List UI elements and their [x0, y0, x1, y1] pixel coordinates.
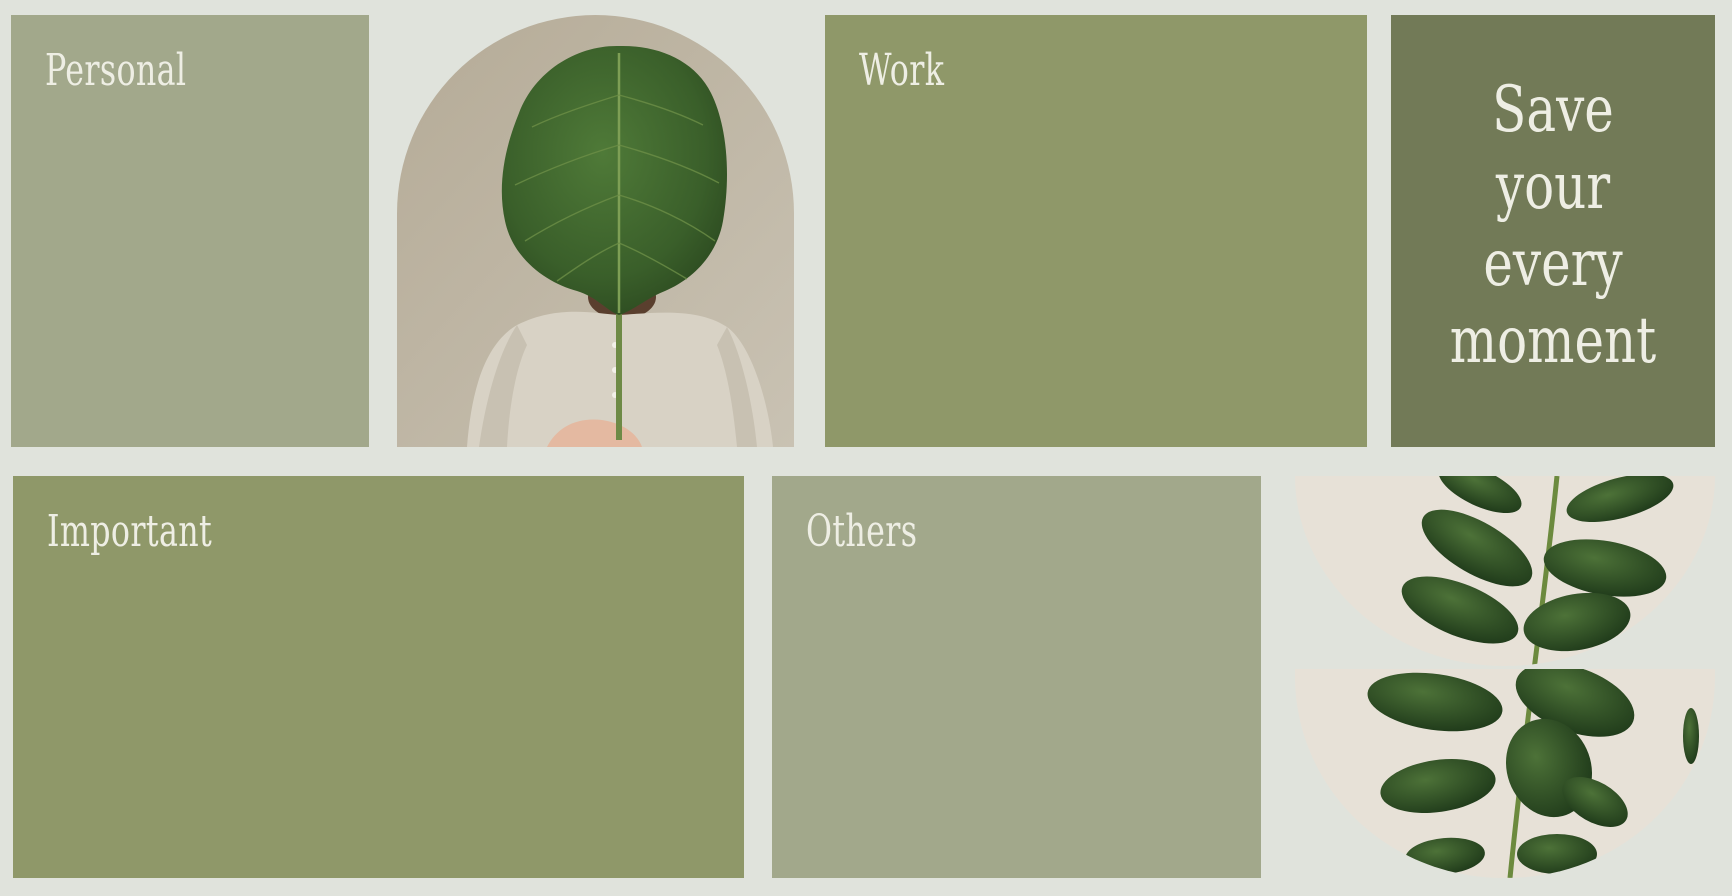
quote-line: moment [1449, 304, 1657, 378]
personal-panel[interactable]: Personal [11, 15, 369, 447]
quote-line: Save [1492, 73, 1614, 147]
leaf-portrait-image [397, 15, 794, 447]
work-label: Work [859, 45, 945, 96]
quote-line: your [1495, 150, 1611, 224]
quote-line: every [1483, 227, 1623, 301]
important-label: Important [47, 506, 213, 557]
personal-label: Personal [45, 45, 187, 96]
plant-image [1295, 476, 1715, 878]
work-panel[interactable]: Work [825, 15, 1367, 447]
others-panel[interactable]: Others [772, 476, 1261, 878]
others-label: Others [806, 506, 918, 557]
quote-text: Save your every moment [1427, 72, 1680, 380]
quote-panel: Save your every moment [1391, 15, 1715, 447]
important-panel[interactable]: Important [13, 476, 744, 878]
